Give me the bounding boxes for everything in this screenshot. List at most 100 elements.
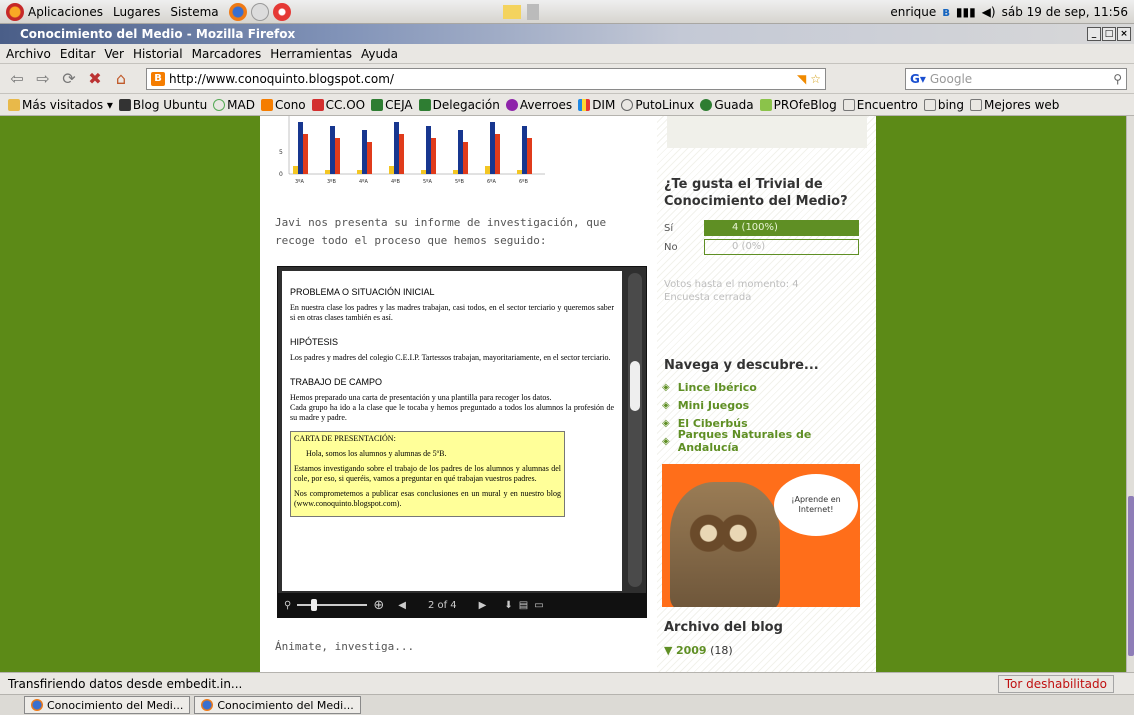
- print-icon[interactable]: ▤: [519, 600, 528, 611]
- menu-historial[interactable]: Historial: [133, 47, 183, 61]
- archive-year[interactable]: ▼ 2009 (18): [664, 644, 733, 657]
- close-button[interactable]: ×: [1117, 27, 1131, 41]
- document-viewer[interactable]: PROBLEMA O SITUACIÓN INICIAL En nuestra …: [277, 266, 647, 618]
- rss-icon[interactable]: ◥: [797, 72, 806, 86]
- menu-editar[interactable]: Editar: [60, 47, 96, 61]
- bookmark-mejores-web[interactable]: Mejores web: [970, 98, 1059, 112]
- bookmark-dim[interactable]: DIM: [578, 98, 615, 112]
- bookmark-profeblog[interactable]: PROfeBlog: [759, 98, 837, 112]
- bookmark-ceja[interactable]: CEJA: [371, 98, 413, 112]
- forward-icon[interactable]: ⇨: [32, 68, 54, 90]
- nav-link-minijuegos[interactable]: ◈ Mini Juegos: [662, 396, 876, 414]
- zoom-in-icon[interactable]: ⊕: [373, 598, 384, 613]
- google-search-icon[interactable]: G▾: [910, 72, 926, 86]
- x-tick-label: 4ºB: [391, 179, 401, 185]
- x-tick-label: 6ºA: [487, 179, 497, 185]
- page-scrollbar[interactable]: [1126, 116, 1134, 672]
- bookmark-blog-ubuntu[interactable]: Blog Ubuntu: [118, 98, 207, 112]
- menu-ayuda[interactable]: Ayuda: [361, 47, 398, 61]
- back-icon[interactable]: ⇦: [6, 68, 28, 90]
- menu-herramientas[interactable]: Herramientas: [270, 47, 352, 61]
- bookmark-averroes[interactable]: Averroes: [505, 98, 572, 112]
- viewer-scroll-thumb[interactable]: [630, 361, 640, 411]
- bookmark-guada[interactable]: Guada: [700, 98, 754, 112]
- menu-marcadores[interactable]: Marcadores: [192, 47, 262, 61]
- tor-button[interactable]: Tor deshabilitado: [997, 675, 1114, 693]
- nav-link-lince[interactable]: ◈ Lince Ibérico: [662, 378, 876, 396]
- prev-gadget-snippet: [667, 116, 867, 148]
- averroes-icon: [505, 98, 518, 111]
- fullscreen-icon[interactable]: ▭: [534, 600, 543, 611]
- x-tick-label: 5ºA: [423, 179, 433, 185]
- menu-archivo[interactable]: Archivo: [6, 47, 51, 61]
- firefox-icon: [31, 699, 43, 711]
- chart-bar: [421, 170, 426, 174]
- home-icon[interactable]: ⌂: [110, 68, 132, 90]
- minimize-button[interactable]: _: [1087, 27, 1101, 41]
- reload-icon[interactable]: ⟳: [58, 68, 80, 90]
- bookmark-star-icon[interactable]: ☆: [810, 72, 821, 86]
- document-page[interactable]: PROBLEMA O SITUACIÓN INICIAL En nuestra …: [282, 271, 622, 591]
- nav-section-title: Navega y descubre...: [664, 358, 819, 373]
- menu-sistema[interactable]: Sistema: [170, 5, 218, 19]
- page-indicator: 2 of 4: [427, 599, 457, 611]
- gnome-foot-icon[interactable]: [6, 2, 24, 21]
- signal-icon[interactable]: ▮▮▮: [956, 5, 976, 19]
- post-outro: Ánimate, investiga...: [275, 640, 415, 653]
- status-bar: Transfiriendo datos desde embedit.in... …: [0, 672, 1134, 694]
- y-tick-0: 0: [279, 171, 283, 178]
- window-titlebar[interactable]: Conocimiento del Medio - Mozilla Firefox…: [0, 24, 1134, 44]
- chart-bar: [453, 170, 458, 174]
- nav-link-parques[interactable]: ◈ Parques Naturales de Andalucía: [662, 428, 876, 454]
- zoom-slider-knob[interactable]: [311, 599, 318, 611]
- maximize-button[interactable]: □: [1102, 27, 1116, 41]
- user-name[interactable]: enrique: [890, 5, 936, 19]
- poll-option-label: No: [664, 241, 678, 253]
- download-icon[interactable]: ⬇: [504, 600, 512, 611]
- prev-page-icon[interactable]: ◀: [398, 600, 406, 611]
- url-bar[interactable]: B http://www.conoquinto.blogspot.com/ ◥ …: [146, 67, 826, 90]
- bookmark-mad[interactable]: MAD: [213, 98, 255, 112]
- bookmark-bing[interactable]: bing: [923, 98, 964, 112]
- chart-bar: [394, 122, 399, 174]
- doc-paragraph: Los padres y madres del colegio C.E.I.P.…: [290, 353, 611, 362]
- zoom-slider[interactable]: [297, 599, 368, 611]
- chart-bar: [357, 170, 362, 174]
- owl-image: [670, 482, 780, 607]
- bookmark-cono[interactable]: Cono: [260, 98, 306, 112]
- chart-bar: [325, 170, 330, 174]
- search-input[interactable]: G▾ Google ⚲: [905, 68, 1127, 90]
- archive-year-link[interactable]: 2009: [676, 644, 707, 657]
- next-page-icon[interactable]: ▶: [479, 600, 487, 611]
- menu-ver[interactable]: Ver: [104, 47, 124, 61]
- help-launcher-icon[interactable]: [272, 2, 291, 21]
- taskbar-item[interactable]: Conocimiento del Medi...: [194, 696, 361, 714]
- magnifier-icon[interactable]: ⚲: [1113, 72, 1122, 86]
- doc-paragraph: En nuestra clase los padres y las madres…: [290, 303, 614, 322]
- taskbar-item[interactable]: Conocimiento del Medi...: [24, 696, 191, 714]
- bookmark-ccoo[interactable]: CC.OO: [311, 98, 365, 112]
- folder-icon: [8, 98, 20, 111]
- zoom-out-icon[interactable]: ⚲: [284, 600, 291, 611]
- notification-icon[interactable]: [526, 3, 539, 20]
- clock[interactable]: sáb 19 de sep, 11:56: [1002, 5, 1128, 19]
- bookmark-delegacion[interactable]: Delegación: [418, 98, 500, 112]
- volume-icon[interactable]: ◀): [982, 5, 996, 19]
- firefox-launcher-icon[interactable]: [228, 2, 247, 21]
- menu-aplicaciones[interactable]: Aplicaciones: [28, 5, 103, 19]
- chart-bar: [303, 134, 308, 174]
- bookmark-mas-visitados[interactable]: Más visitados ▾: [8, 98, 113, 112]
- stop-icon[interactable]: ✖: [84, 68, 106, 90]
- aprende-banner[interactable]: ¡Aprende en Internet!: [662, 464, 860, 607]
- poll-row-si: Sí 4 (100%): [664, 220, 859, 236]
- viewer-scrollbar[interactable]: [628, 273, 642, 587]
- menu-lugares[interactable]: Lugares: [113, 5, 160, 19]
- page-scroll-thumb[interactable]: [1128, 496, 1134, 656]
- poll-result-bar: 0 (0%): [704, 239, 859, 255]
- triangle-down-icon[interactable]: ▼: [664, 644, 672, 657]
- bookmark-encuentro[interactable]: Encuentro: [842, 98, 918, 112]
- mail-launcher-icon[interactable]: [250, 2, 269, 21]
- folder-icon[interactable]: [502, 4, 521, 19]
- bookmark-putolinux[interactable]: PutoLinux: [621, 98, 694, 112]
- bluetooth-icon[interactable]: ʙ: [942, 5, 950, 19]
